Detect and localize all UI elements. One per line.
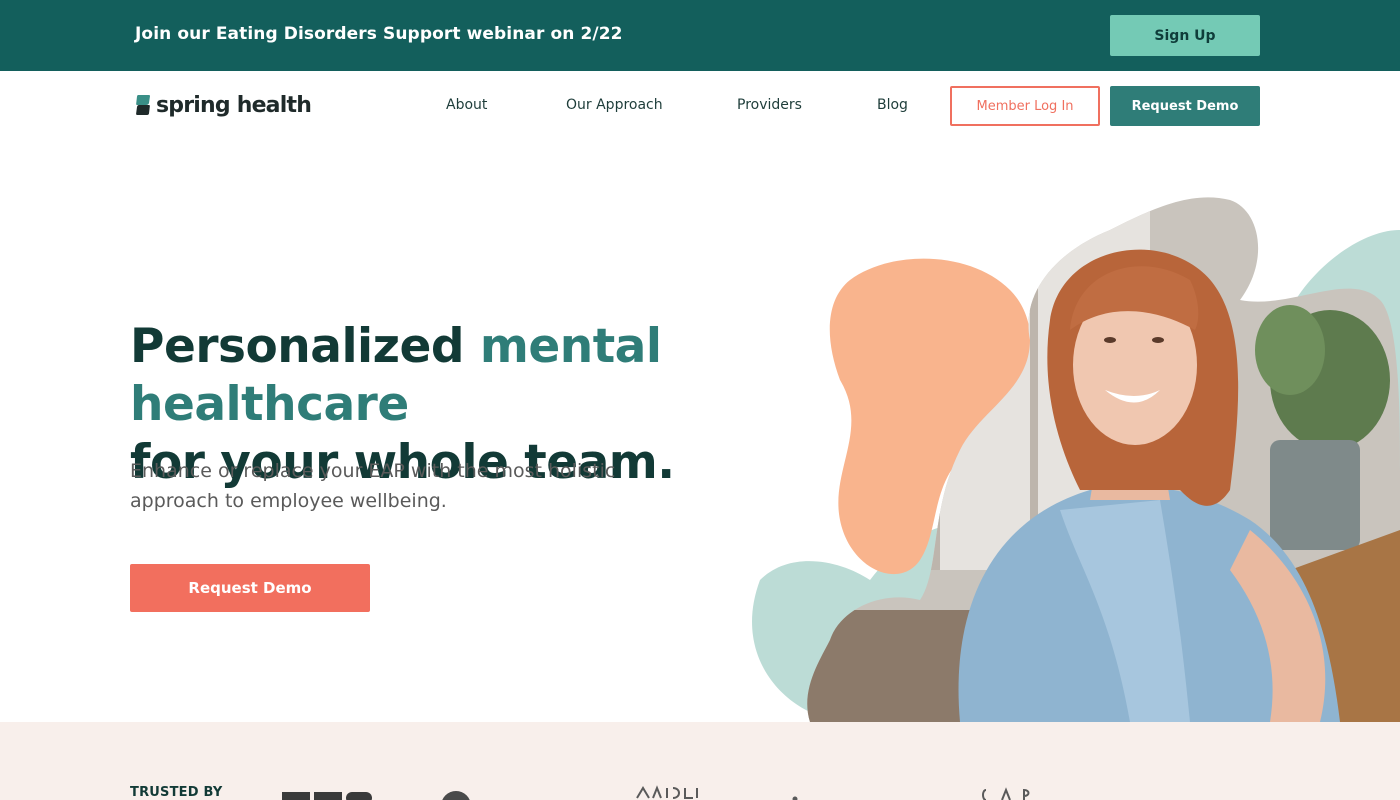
logo[interactable]: spring health — [135, 90, 312, 120]
announcement-banner: Join our Eating Disorders Support webina… — [0, 0, 1400, 71]
trusted-by-label: TRUSTED BY — [130, 785, 223, 800]
client-logo-4 — [792, 796, 798, 800]
client-logo-3 — [636, 785, 698, 799]
nav-our-approach[interactable]: Our Approach — [566, 97, 663, 113]
nav-about[interactable]: About — [446, 97, 487, 113]
banner-text: Join our Eating Disorders Support webina… — [135, 24, 623, 44]
client-logo-5 — [982, 787, 1030, 800]
request-demo-nav-button[interactable]: Request Demo — [1110, 86, 1260, 126]
headline-part1: Personalized — [130, 319, 480, 374]
nav-providers[interactable]: Providers — [737, 97, 802, 113]
client-logo-2 — [442, 791, 470, 800]
request-demo-hero-button[interactable]: Request Demo — [130, 564, 370, 612]
member-login-button[interactable]: Member Log In — [950, 86, 1100, 126]
sign-up-button[interactable]: Sign Up — [1110, 15, 1260, 56]
nav-blog[interactable]: Blog — [877, 97, 908, 113]
logo-wordmark: spring health — [156, 92, 312, 118]
spring-health-logo-icon — [136, 95, 150, 115]
client-logo-1 — [282, 792, 372, 800]
trusted-by-section: TRUSTED BY — [0, 722, 1400, 800]
hero-subhead: Enhance or replace your EAP with the mos… — [130, 460, 616, 512]
